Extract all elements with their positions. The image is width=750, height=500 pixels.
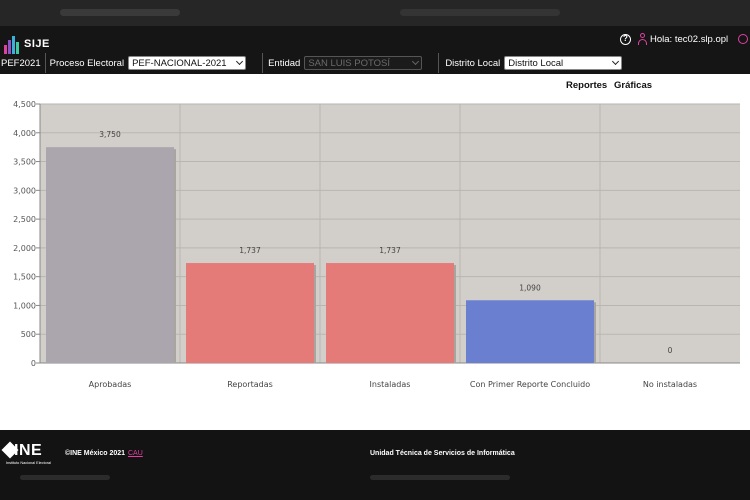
nav-graficas-link[interactable]: Gráficas [614, 80, 652, 91]
y-tick-label: 4,000 [13, 129, 36, 138]
chevron-down-icon [412, 57, 420, 66]
x-category-label: No instaladas [643, 380, 697, 389]
footer: INE Instituto Nacional Electoral ©INE Mé… [0, 430, 750, 500]
browser-strip [0, 0, 750, 26]
y-tick-label: 3,500 [13, 158, 36, 167]
bar [186, 263, 314, 363]
nav-reportes-link[interactable]: Reportes [566, 80, 607, 91]
y-tick-label: 2,500 [13, 215, 36, 224]
bar-value-label: 0 [668, 346, 673, 355]
unit-name: Unidad Técnica de Servicios de Informáti… [370, 450, 515, 457]
entidad-label: Entidad [268, 57, 301, 69]
chart-panel: 0 500 1,000 1,500 2,000 2,500 3,000 3,500 4,000 4… [0, 96, 750, 430]
user-greeting[interactable]: Hola: tec02.slp.opl [650, 34, 728, 45]
bar-value-label: 1,737 [239, 246, 261, 255]
entidad-select[interactable]: SAN LUIS POTOSÍ [304, 56, 423, 70]
copyright-text: ©INE México 2021 [65, 450, 126, 457]
bar [46, 147, 174, 363]
filter-bar: PEF2021 Proceso Electoral PEF-NACIONAL-2… [0, 53, 750, 73]
y-tick-label: 1,000 [13, 301, 36, 310]
x-category-label: Aprobadas [89, 380, 132, 389]
ine-wordmark: INE [14, 442, 43, 459]
proceso-value: PEF-NACIONAL-2021 [132, 58, 227, 69]
cau-link[interactable]: CAU [128, 450, 143, 457]
power-icon[interactable] [738, 34, 748, 44]
divider [438, 53, 440, 73]
y-tick-label: 500 [21, 330, 36, 339]
x-category-label: Con Primer Reporte Concluido [470, 380, 590, 389]
sub-nav: Reportes Gráficas [0, 74, 750, 96]
bar-value-label: 3,750 [99, 130, 121, 139]
help-icon[interactable]: ? [620, 34, 631, 45]
x-category-label: Reportadas [227, 380, 273, 389]
proceso-select[interactable]: PEF-NACIONAL-2021 [128, 56, 247, 70]
chevron-down-icon [612, 57, 620, 66]
ine-subtitle: Instituto Nacional Electoral [6, 461, 51, 465]
divider [44, 53, 46, 73]
divider [262, 53, 264, 73]
app-logo-text: SIJE [24, 38, 50, 50]
bar [326, 263, 454, 363]
distrito-select[interactable]: Distrito Local [504, 56, 623, 70]
user-icon [637, 33, 648, 45]
bar-chart: 0 500 1,000 1,500 2,000 2,500 3,000 3,500 4,000 4… [13, 100, 740, 389]
blurred-text [370, 475, 510, 480]
blurred-text [400, 9, 560, 16]
proceso-label: Proceso Electoral [49, 57, 125, 69]
y-tick-label: 4,500 [13, 100, 36, 109]
distrito-label: Distrito Local [445, 57, 501, 69]
bar-value-label: 1,737 [379, 246, 401, 255]
ine-logo: INE Instituto Nacional Electoral [1, 441, 58, 468]
y-tick-label: 0 [31, 359, 36, 368]
y-tick-label: 1,500 [13, 273, 36, 282]
y-tick-label: 2,000 [13, 244, 36, 253]
sije-logo-icon[interactable] [4, 34, 19, 54]
entidad-value: SAN LUIS POTOSÍ [308, 58, 390, 69]
chevron-down-icon [236, 57, 244, 66]
bar [466, 300, 594, 363]
x-category-label: Instaladas [370, 380, 411, 389]
bar-value-label: 1,090 [519, 283, 541, 292]
blurred-text [60, 9, 180, 16]
y-tick-label: 3,000 [13, 186, 36, 195]
election-year-label: PEF2021 [1, 57, 41, 69]
distrito-value: Distrito Local [508, 58, 564, 69]
blurred-text [20, 475, 110, 480]
